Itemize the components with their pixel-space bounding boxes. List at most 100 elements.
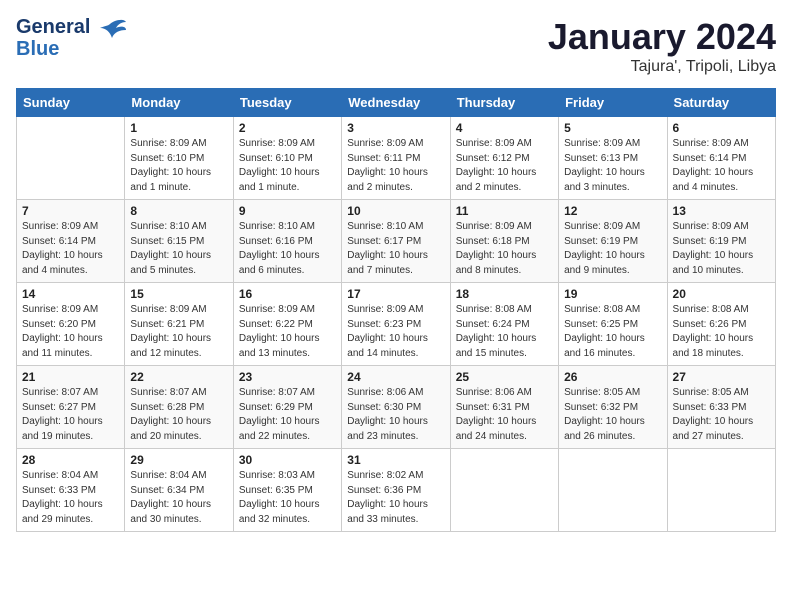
day-number: 12 <box>564 204 661 218</box>
calendar-cell: 20 Sunrise: 8:08 AM Sunset: 6:26 PM Dayli… <box>667 283 775 366</box>
title-block: January 2024 Tajura', Tripoli, Libya <box>548 16 776 76</box>
day-info: Sunrise: 8:05 AM Sunset: 6:32 PM Dayligh… <box>564 386 661 444</box>
calendar-week-1: 1Sunrise: 8:09 AM Sunset: 6:10 PM Daylig… <box>17 117 776 200</box>
day-number: 29 <box>130 453 227 467</box>
calendar-cell: 15 Sunrise: 8:09 AM Sunset: 6:21 PM Dayli… <box>125 283 233 366</box>
day-number: 7 <box>22 204 119 218</box>
day-info: Sunrise: 8:07 AM Sunset: 6:29 PM Dayligh… <box>239 386 336 444</box>
calendar-cell: 7 Sunrise: 8:09 AM Sunset: 6:14 PM Daylig… <box>17 200 125 283</box>
calendar-cell: 29 Sunrise: 8:04 AM Sunset: 6:34 PM Dayli… <box>125 449 233 532</box>
day-info: Sunrise: 8:09 AM Sunset: 6:21 PM Dayligh… <box>130 303 227 361</box>
day-number: 25 <box>456 370 553 384</box>
day-number: 19 <box>564 287 661 301</box>
day-number: 27 <box>673 370 770 384</box>
logo-text: General Blue <box>16 16 128 60</box>
calendar-cell: 12 Sunrise: 8:09 AM Sunset: 6:19 PM Dayli… <box>559 200 667 283</box>
day-info: Sunrise: 8:10 AM Sunset: 6:16 PM Dayligh… <box>239 220 336 278</box>
day-number: 9 <box>239 204 336 218</box>
day-number: 18 <box>456 287 553 301</box>
day-info: Sunrise: 8:09 AM Sunset: 6:18 PM Dayligh… <box>456 220 553 278</box>
calendar-cell: 26Sunrise: 8:05 AM Sunset: 6:32 PM Dayli… <box>559 366 667 449</box>
calendar-week-5: 28 Sunrise: 8:04 AM Sunset: 6:33 PM Dayli… <box>17 449 776 532</box>
day-info: Sunrise: 8:09 AM Sunset: 6:22 PM Dayligh… <box>239 303 336 361</box>
calendar-cell: 28 Sunrise: 8:04 AM Sunset: 6:33 PM Dayli… <box>17 449 125 532</box>
day-number: 16 <box>239 287 336 301</box>
page-header: General Blue January 2024 Tajura', Tripo… <box>16 16 776 76</box>
weekday-header-monday: Monday <box>125 89 233 117</box>
calendar-week-4: 21Sunrise: 8:07 AM Sunset: 6:27 PM Dayli… <box>17 366 776 449</box>
calendar-cell: 23 Sunrise: 8:07 AM Sunset: 6:29 PM Dayli… <box>233 366 341 449</box>
day-number: 11 <box>456 204 553 218</box>
day-number: 4 <box>456 121 553 135</box>
day-info: Sunrise: 8:08 AM Sunset: 6:26 PM Dayligh… <box>673 303 770 361</box>
day-number: 15 <box>130 287 227 301</box>
day-info: Sunrise: 8:04 AM Sunset: 6:34 PM Dayligh… <box>130 469 227 527</box>
day-info: Sunrise: 8:09 AM Sunset: 6:19 PM Dayligh… <box>673 220 770 278</box>
day-info: Sunrise: 8:07 AM Sunset: 6:27 PM Dayligh… <box>22 386 119 444</box>
calendar-cell: 17 Sunrise: 8:09 AM Sunset: 6:23 PM Dayli… <box>342 283 450 366</box>
logo: General Blue <box>16 16 128 60</box>
day-info: Sunrise: 8:09 AM Sunset: 6:13 PM Dayligh… <box>564 137 661 195</box>
day-info: Sunrise: 8:06 AM Sunset: 6:30 PM Dayligh… <box>347 386 444 444</box>
day-info: Sunrise: 8:09 AM Sunset: 6:10 PM Dayligh… <box>239 137 336 195</box>
day-info: Sunrise: 8:03 AM Sunset: 6:35 PM Dayligh… <box>239 469 336 527</box>
calendar-cell: 14Sunrise: 8:09 AM Sunset: 6:20 PM Dayli… <box>17 283 125 366</box>
day-info: Sunrise: 8:08 AM Sunset: 6:24 PM Dayligh… <box>456 303 553 361</box>
day-info: Sunrise: 8:09 AM Sunset: 6:10 PM Dayligh… <box>130 137 227 195</box>
calendar-cell: 22 Sunrise: 8:07 AM Sunset: 6:28 PM Dayli… <box>125 366 233 449</box>
day-number: 10 <box>347 204 444 218</box>
logo-line2: Blue <box>16 38 59 60</box>
day-info: Sunrise: 8:09 AM Sunset: 6:11 PM Dayligh… <box>347 137 444 195</box>
day-info: Sunrise: 8:09 AM Sunset: 6:14 PM Dayligh… <box>673 137 770 195</box>
calendar-cell: 1Sunrise: 8:09 AM Sunset: 6:10 PM Daylig… <box>125 117 233 200</box>
day-number: 8 <box>130 204 227 218</box>
day-info: Sunrise: 8:05 AM Sunset: 6:33 PM Dayligh… <box>673 386 770 444</box>
day-number: 5 <box>564 121 661 135</box>
day-info: Sunrise: 8:04 AM Sunset: 6:33 PM Dayligh… <box>22 469 119 527</box>
calendar-cell: 21Sunrise: 8:07 AM Sunset: 6:27 PM Dayli… <box>17 366 125 449</box>
day-number: 31 <box>347 453 444 467</box>
calendar-cell: 10 Sunrise: 8:10 AM Sunset: 6:17 PM Dayli… <box>342 200 450 283</box>
calendar-cell <box>450 449 558 532</box>
day-info: Sunrise: 8:09 AM Sunset: 6:12 PM Dayligh… <box>456 137 553 195</box>
calendar-table: SundayMondayTuesdayWednesdayThursdayFrid… <box>16 88 776 532</box>
calendar-cell: 9 Sunrise: 8:10 AM Sunset: 6:16 PM Daylig… <box>233 200 341 283</box>
weekday-header-sunday: Sunday <box>17 89 125 117</box>
day-info: Sunrise: 8:09 AM Sunset: 6:23 PM Dayligh… <box>347 303 444 361</box>
weekday-header-friday: Friday <box>559 89 667 117</box>
weekday-header-saturday: Saturday <box>667 89 775 117</box>
weekday-header-row: SundayMondayTuesdayWednesdayThursdayFrid… <box>17 89 776 117</box>
day-info: Sunrise: 8:09 AM Sunset: 6:19 PM Dayligh… <box>564 220 661 278</box>
calendar-cell: 19 Sunrise: 8:08 AM Sunset: 6:25 PM Dayli… <box>559 283 667 366</box>
day-number: 22 <box>130 370 227 384</box>
logo-bird-icon <box>92 16 128 52</box>
day-number: 17 <box>347 287 444 301</box>
calendar-cell: 5 Sunrise: 8:09 AM Sunset: 6:13 PM Daylig… <box>559 117 667 200</box>
day-number: 6 <box>673 121 770 135</box>
day-number: 23 <box>239 370 336 384</box>
calendar-cell: 31Sunrise: 8:02 AM Sunset: 6:36 PM Dayli… <box>342 449 450 532</box>
day-info: Sunrise: 8:09 AM Sunset: 6:14 PM Dayligh… <box>22 220 119 278</box>
day-info: Sunrise: 8:08 AM Sunset: 6:25 PM Dayligh… <box>564 303 661 361</box>
day-info: Sunrise: 8:07 AM Sunset: 6:28 PM Dayligh… <box>130 386 227 444</box>
day-number: 2 <box>239 121 336 135</box>
calendar-cell <box>667 449 775 532</box>
day-number: 20 <box>673 287 770 301</box>
calendar-cell: 24Sunrise: 8:06 AM Sunset: 6:30 PM Dayli… <box>342 366 450 449</box>
calendar-cell <box>17 117 125 200</box>
weekday-header-wednesday: Wednesday <box>342 89 450 117</box>
calendar-cell: 6 Sunrise: 8:09 AM Sunset: 6:14 PM Daylig… <box>667 117 775 200</box>
calendar-cell: 27 Sunrise: 8:05 AM Sunset: 6:33 PM Dayli… <box>667 366 775 449</box>
calendar-cell: 2 Sunrise: 8:09 AM Sunset: 6:10 PM Daylig… <box>233 117 341 200</box>
calendar-cell: 13Sunrise: 8:09 AM Sunset: 6:19 PM Dayli… <box>667 200 775 283</box>
logo-line1: General <box>16 16 90 38</box>
calendar-week-3: 14Sunrise: 8:09 AM Sunset: 6:20 PM Dayli… <box>17 283 776 366</box>
calendar-cell: 8Sunrise: 8:10 AM Sunset: 6:15 PM Daylig… <box>125 200 233 283</box>
day-info: Sunrise: 8:06 AM Sunset: 6:31 PM Dayligh… <box>456 386 553 444</box>
day-info: Sunrise: 8:10 AM Sunset: 6:17 PM Dayligh… <box>347 220 444 278</box>
day-number: 28 <box>22 453 119 467</box>
calendar-cell: 25 Sunrise: 8:06 AM Sunset: 6:31 PM Dayli… <box>450 366 558 449</box>
day-number: 14 <box>22 287 119 301</box>
calendar-cell: 16 Sunrise: 8:09 AM Sunset: 6:22 PM Dayli… <box>233 283 341 366</box>
calendar-cell: 3Sunrise: 8:09 AM Sunset: 6:11 PM Daylig… <box>342 117 450 200</box>
